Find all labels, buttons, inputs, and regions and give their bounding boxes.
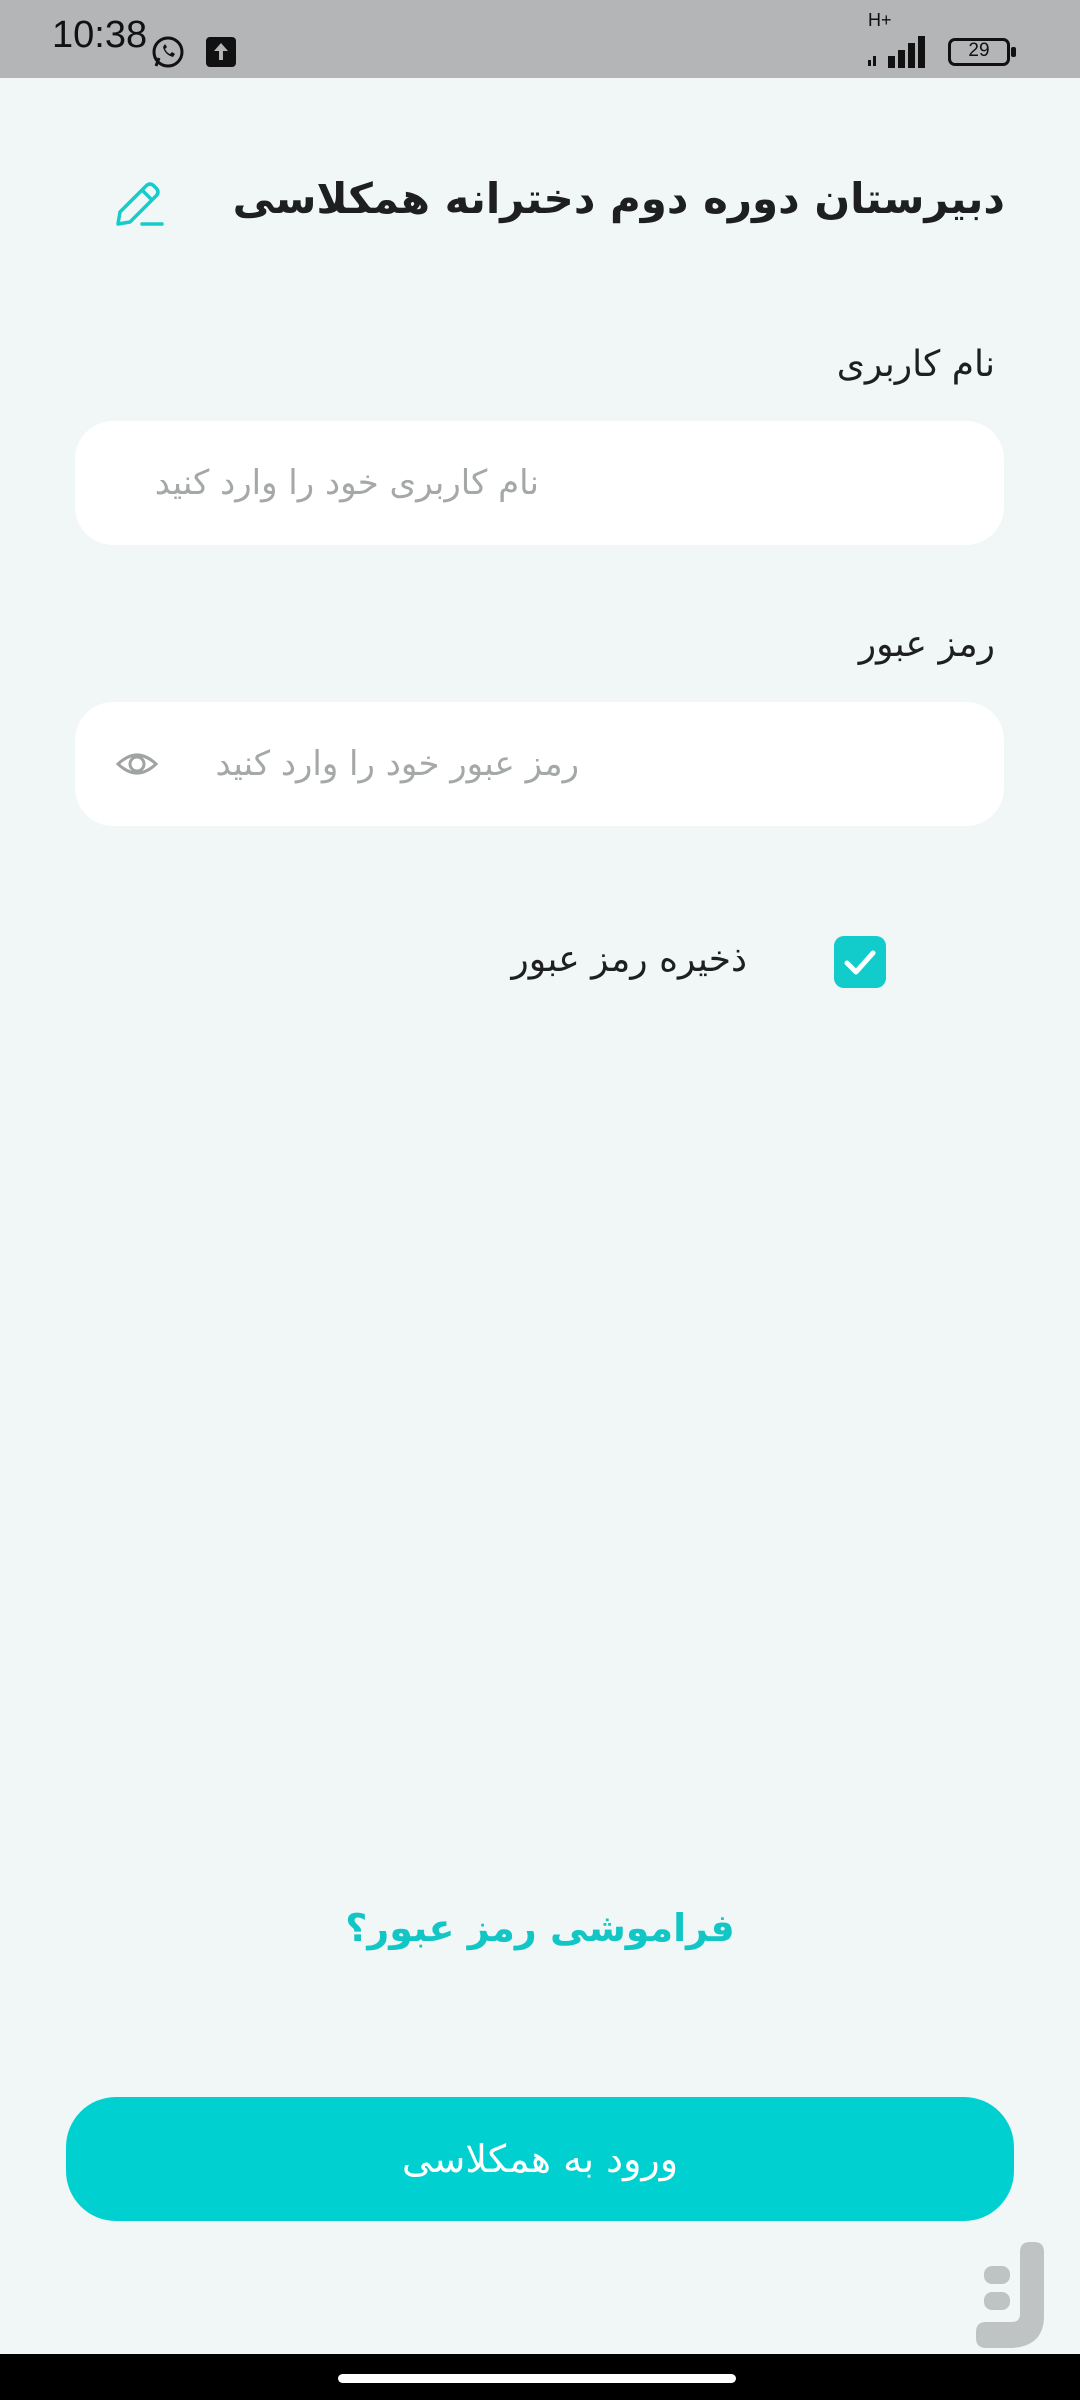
battery-icon: 29 xyxy=(948,38,1016,66)
eye-icon[interactable] xyxy=(115,742,159,786)
whatsapp-icon xyxy=(152,36,184,68)
forgot-password-link[interactable]: فراموشی رمز عبور؟ xyxy=(0,1906,1080,1950)
home-gesture-pill[interactable] xyxy=(338,2374,736,2383)
battery-level: 29 xyxy=(968,40,990,61)
status-time: 10:38 xyxy=(52,14,148,56)
username-label: نام کاربری xyxy=(836,344,995,385)
check-icon xyxy=(844,950,876,975)
network-type: H+ xyxy=(868,10,892,30)
username-input[interactable] xyxy=(75,421,1004,545)
password-label: رمز عبور xyxy=(858,624,995,665)
signal-icon xyxy=(868,36,925,68)
upload-icon xyxy=(206,37,236,67)
password-field xyxy=(75,702,1004,826)
remember-password-row[interactable]: ذخیره رمز عبور xyxy=(482,922,1002,1002)
navigation-bar xyxy=(0,2354,1080,2400)
store-watermark-icon xyxy=(976,2242,1044,2348)
remember-password-checkbox[interactable] xyxy=(834,936,886,988)
password-input[interactable] xyxy=(75,702,1004,826)
username-field xyxy=(75,421,1004,545)
page-title: دبیرستان دوره دوم دخترانه همکلاسی xyxy=(232,174,1005,223)
remember-password-label: ذخیره رمز عبور xyxy=(511,939,747,980)
edit-icon[interactable] xyxy=(106,176,168,238)
status-bar: 10:38 H+ 29 xyxy=(0,0,1080,78)
login-button[interactable]: ورود به همکلاسی xyxy=(66,2097,1014,2221)
